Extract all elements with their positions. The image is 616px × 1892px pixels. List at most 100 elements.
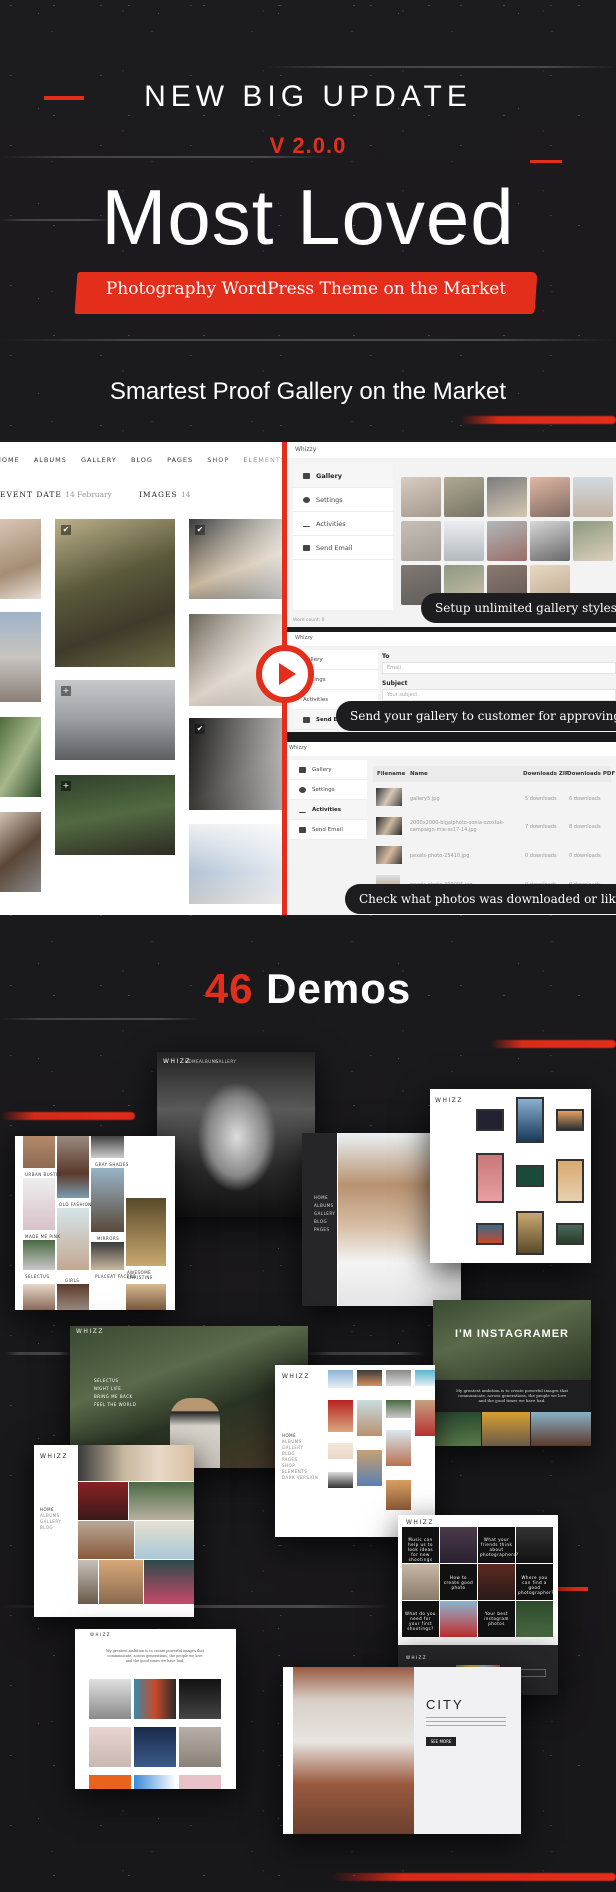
gear-icon bbox=[299, 786, 306, 793]
demo-preview-blog-tiles[interactable]: WHIZZ Music can help us to look ideas fo… bbox=[398, 1515, 558, 1645]
images-label: IMAGES bbox=[138, 490, 178, 499]
banner-text: Photography WordPress Theme on the Marke… bbox=[105, 279, 507, 299]
red-brush-stroke bbox=[460, 416, 616, 424]
menu-send-email[interactable]: Send Email bbox=[289, 820, 367, 840]
activity-icon bbox=[299, 807, 306, 813]
nav-pages[interactable]: PAGES bbox=[167, 456, 193, 464]
check-icon[interactable]: ✔ bbox=[61, 525, 71, 535]
gallery-thumb[interactable] bbox=[444, 521, 484, 561]
gallery-photo[interactable] bbox=[0, 519, 41, 599]
col-name[interactable]: Name bbox=[410, 771, 428, 777]
gallery-photo[interactable] bbox=[0, 717, 41, 797]
instagramer-title: I'M INSTAGRAMER bbox=[455, 1328, 569, 1340]
event-meta: EVENT DATE 14 February IMAGES 14 bbox=[0, 490, 191, 499]
city-title: CITY bbox=[426, 1697, 464, 1712]
col-filename[interactable]: Filename bbox=[377, 771, 405, 777]
subject-label: Subject bbox=[382, 680, 408, 687]
gallery-thumb[interactable] bbox=[401, 477, 441, 517]
gallery-thumb[interactable] bbox=[573, 521, 613, 561]
section-title-proof: Smartest Proof Gallery on the Market bbox=[109, 378, 507, 405]
gallery-thumb[interactable] bbox=[530, 521, 570, 561]
menu-activities[interactable]: Activities bbox=[289, 800, 367, 820]
word-count: Word count: 0 bbox=[293, 618, 325, 623]
row-thumb bbox=[376, 817, 402, 835]
email-icon bbox=[299, 826, 306, 833]
instagramer-quote: My greatest ambition is to create powerf… bbox=[455, 1388, 569, 1403]
menu-gallery[interactable]: Gallery bbox=[293, 464, 393, 488]
scratch-line bbox=[305, 1352, 425, 1355]
demo-preview-sidebar-grid[interactable]: WHIZZ HOME ALBUMS GALLERY BLOG bbox=[34, 1445, 194, 1617]
gallery-thumb[interactable] bbox=[401, 521, 441, 561]
menu-gallery[interactable]: Gallery bbox=[289, 760, 367, 780]
col-downloads-zip[interactable]: Downloads ZIP bbox=[523, 771, 569, 777]
gear-icon bbox=[303, 496, 310, 503]
hero-headline: Most Loved bbox=[101, 173, 515, 261]
gallery-thumb[interactable] bbox=[444, 477, 484, 517]
update-kicker: NEW BIG UPDATE bbox=[144, 80, 472, 113]
gallery-icon bbox=[303, 472, 310, 479]
menu-activities[interactable]: Activities bbox=[293, 512, 393, 536]
callout-send-gallery: Send your gallery to customer for approv… bbox=[336, 701, 616, 731]
see-more-button[interactable]: SEE MORE bbox=[426, 1737, 456, 1746]
red-brush-stroke bbox=[330, 1873, 616, 1881]
demos-label: Demos bbox=[266, 965, 412, 1012]
gallery-photo[interactable]: + bbox=[55, 775, 175, 855]
callout-gallery-styles: Setup unlimited gallery styles bbox=[421, 593, 616, 623]
admin-menu: Gallery Settings Activities Send Email bbox=[293, 464, 393, 610]
admin-title: Whizzy bbox=[295, 446, 317, 453]
scratch-line bbox=[0, 1018, 200, 1020]
version-label: V 2.0.0 bbox=[269, 133, 347, 158]
plus-icon[interactable]: + bbox=[61, 781, 71, 791]
plus-icon[interactable]: + bbox=[61, 686, 71, 696]
demo-preview-masonry[interactable]: URBAN BUSTLE GRAY SHADES OLD FASHION MAD… bbox=[15, 1136, 175, 1310]
nav-blog[interactable]: BLOG bbox=[131, 456, 153, 464]
nav-albums[interactable]: ALBUMS bbox=[34, 456, 67, 464]
nav-home[interactable]: HOME bbox=[0, 456, 20, 464]
accent-dash bbox=[558, 1587, 588, 1591]
gallery-photo[interactable]: + bbox=[55, 680, 175, 760]
scratch-line bbox=[0, 339, 616, 341]
gallery-photo[interactable] bbox=[0, 612, 41, 702]
red-brush-stroke bbox=[490, 1040, 616, 1048]
email-icon bbox=[303, 544, 310, 551]
callout-downloads: Check what photos was downloaded or like… bbox=[345, 884, 616, 914]
activity-icon bbox=[303, 521, 310, 527]
gallery-thumb[interactable] bbox=[573, 477, 613, 517]
demo-preview-dark-fullscreen[interactable]: WHIZZ HOME ALBUMS GALLERY bbox=[157, 1052, 315, 1217]
demo-preview-white-grid[interactable]: WHIZZ HOME ALBUMS GALLERY BLOG PAGES SHO… bbox=[275, 1365, 435, 1537]
gallery-photo[interactable] bbox=[0, 812, 41, 892]
col-downloads-pdf[interactable]: Downloads PDF bbox=[567, 771, 615, 777]
demos-count: 46 bbox=[204, 965, 254, 1012]
demos-heading: 46 Demos bbox=[0, 965, 616, 1013]
event-date-value: 14 February bbox=[65, 490, 112, 499]
nav-gallery[interactable]: GALLERY bbox=[81, 456, 117, 464]
accent-dash bbox=[530, 160, 562, 163]
proof-gallery-site-screenshot: HOME ALBUMS GALLERY BLOG PAGES SHOP ELEM… bbox=[0, 442, 282, 915]
email-icon bbox=[303, 716, 310, 723]
scratch-line bbox=[5, 1352, 71, 1355]
subject-field[interactable]: Your subject bbox=[382, 689, 616, 701]
gallery-photo[interactable]: ✔ bbox=[55, 519, 175, 667]
gallery-thumb[interactable] bbox=[487, 477, 527, 517]
demo-preview-framed-gallery[interactable]: WHIZZ bbox=[430, 1089, 591, 1263]
gallery-thumb[interactable] bbox=[487, 521, 527, 561]
gallery-thumb[interactable] bbox=[530, 477, 570, 517]
demo-preview-city[interactable]: CITY SEE MORE bbox=[283, 1667, 521, 1834]
demo-preview-instagramer[interactable]: I'M INSTAGRAMER My greatest ambition is … bbox=[433, 1300, 591, 1446]
scratch-line bbox=[265, 66, 616, 68]
menu-settings[interactable]: Settings bbox=[289, 780, 367, 800]
email-field[interactable]: Email bbox=[382, 662, 616, 674]
city-text bbox=[426, 1717, 506, 1729]
demo-preview-products[interactable]: WHIZZ My greatest ambition is to create … bbox=[75, 1629, 236, 1789]
event-date-label: EVENT DATE bbox=[0, 490, 62, 499]
menu-settings[interactable]: Settings bbox=[293, 488, 393, 512]
to-label: To bbox=[382, 653, 390, 660]
city-photo bbox=[293, 1667, 414, 1834]
play-icon[interactable] bbox=[256, 645, 314, 703]
menu-send-email[interactable]: Send Email bbox=[293, 536, 393, 560]
gallery-icon bbox=[299, 766, 306, 773]
row-thumb bbox=[376, 788, 402, 806]
red-brush-stroke bbox=[0, 1112, 135, 1120]
images-value: 14 bbox=[181, 490, 191, 499]
row-thumb bbox=[376, 846, 402, 864]
